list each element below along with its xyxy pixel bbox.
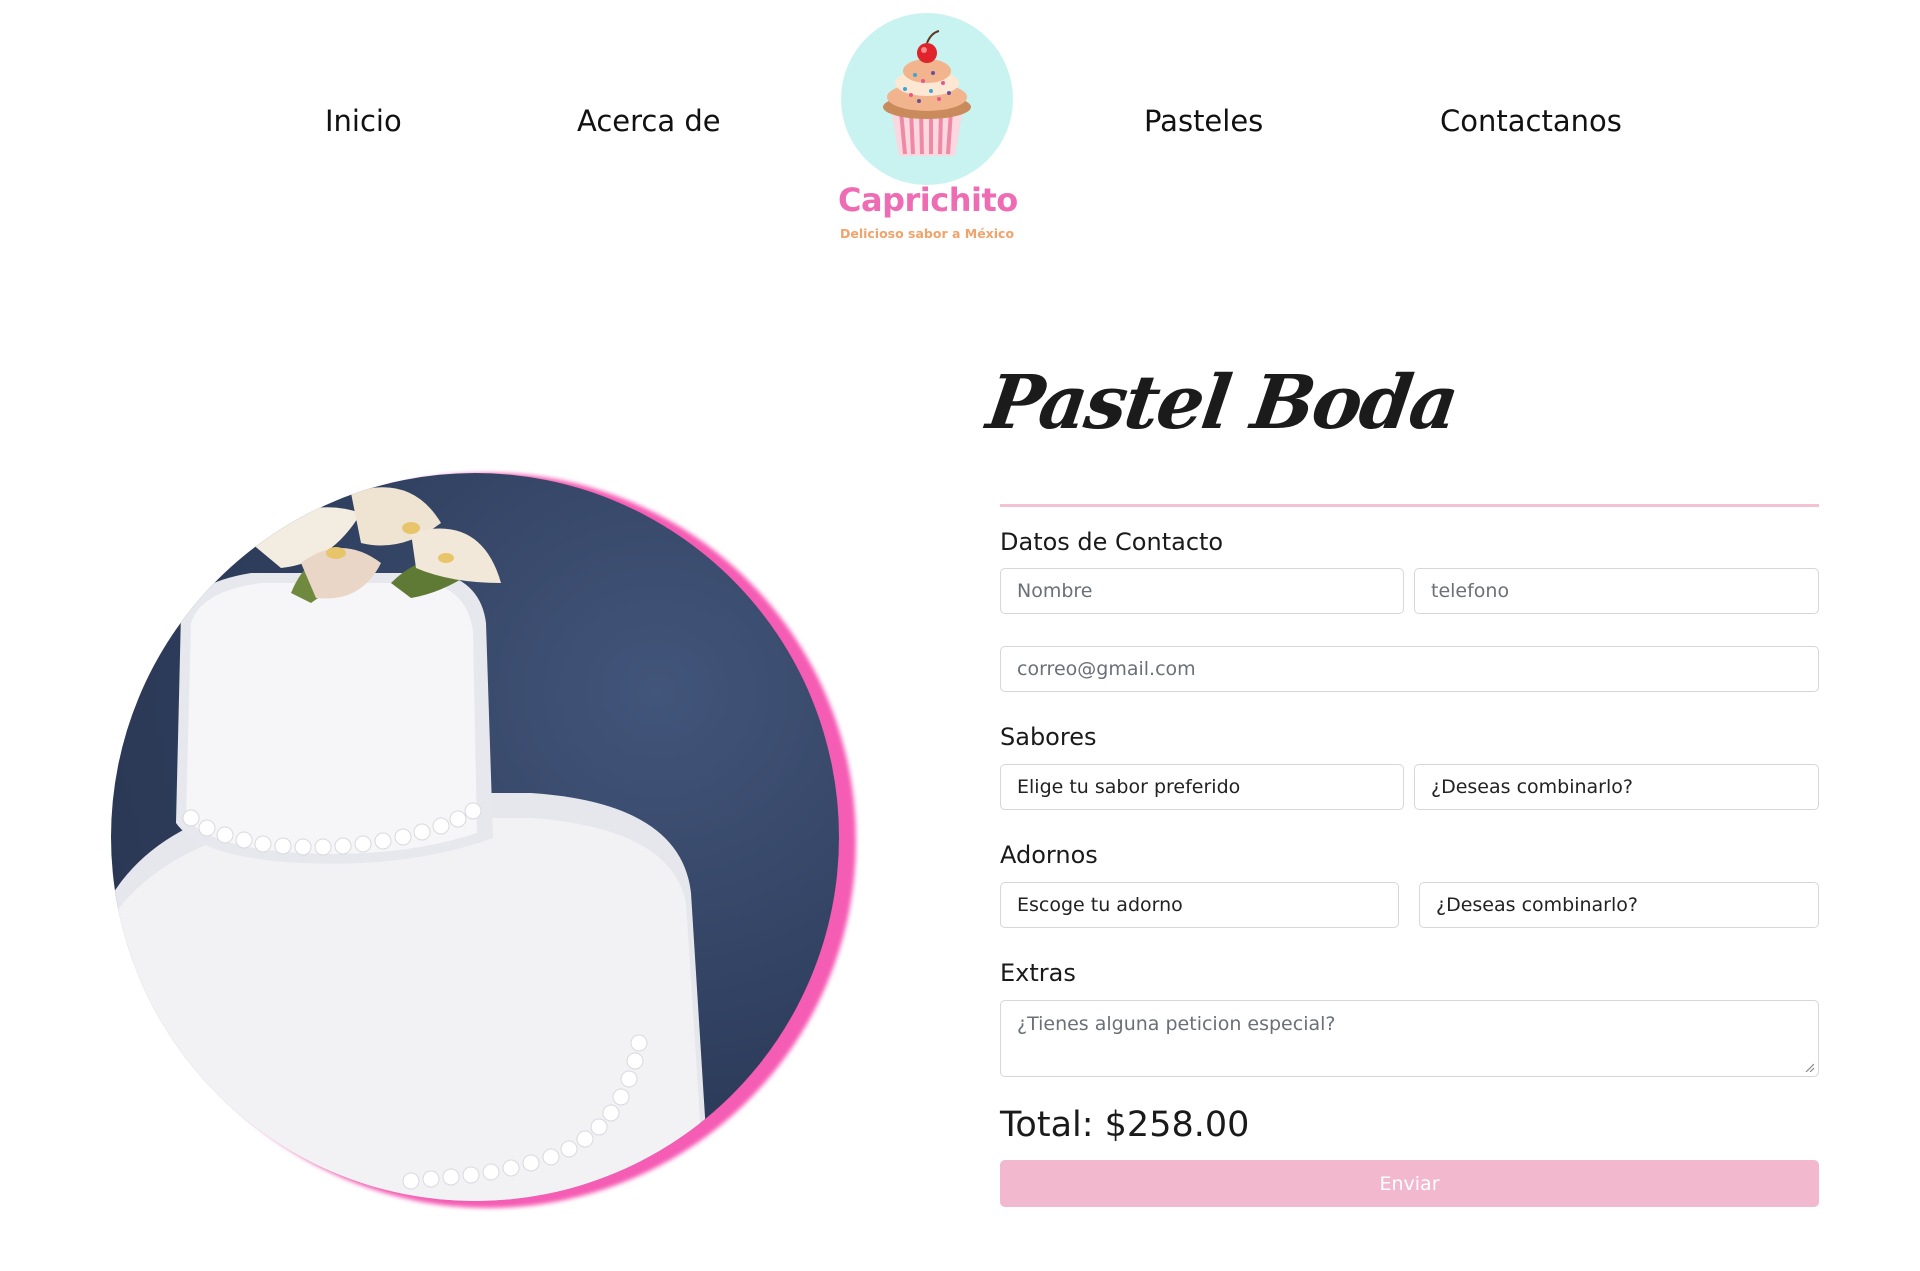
wedding-cake-photo [111,473,839,1201]
nav-link-pasteles[interactable]: Pasteles [1144,104,1263,138]
section-label-extras: Extras [1000,959,1076,987]
flavor-combine-select[interactable]: ¿Deseas combinarlo? [1414,764,1819,810]
resize-grip-icon[interactable] [1804,1062,1814,1072]
nav-link-inicio[interactable]: Inicio [325,104,402,138]
section-label-contacto: Datos de Contacto [1000,528,1224,556]
extras-textarea[interactable]: ¿Tienes alguna peticion especial? [1000,1000,1819,1077]
nav-link-acerca-de[interactable]: Acerca de [577,104,721,138]
phone-input[interactable]: telefono [1414,568,1819,614]
site-logo[interactable]: Caprichito Delicioso sabor a México [838,13,1018,245]
flavor-select[interactable]: Elige tu sabor preferido [1000,764,1404,810]
logo-name: Caprichito [838,181,1018,219]
product-image-frame [111,473,856,1208]
section-label-sabores: Sabores [1000,723,1097,751]
email-input[interactable]: correo@gmail.com [1000,646,1819,692]
product-title: Pastel Boda [981,360,1463,446]
logo-circle [841,13,1013,185]
title-divider [1000,504,1819,507]
nav-link-contactanos[interactable]: Contactanos [1440,104,1622,138]
name-input[interactable]: Nombre [1000,568,1404,614]
decoration-select[interactable]: Escoge tu adorno [1000,882,1399,928]
cupcake-icon [883,30,971,156]
logo-tagline: Delicioso sabor a México [839,226,1015,241]
section-label-adornos: Adornos [1000,841,1098,869]
order-total: Total: $258.00 [1000,1105,1250,1145]
submit-button[interactable]: Enviar [1000,1160,1819,1207]
decoration-combine-select[interactable]: ¿Deseas combinarlo? [1419,882,1819,928]
extras-placeholder: ¿Tienes alguna peticion especial? [1017,1013,1336,1035]
